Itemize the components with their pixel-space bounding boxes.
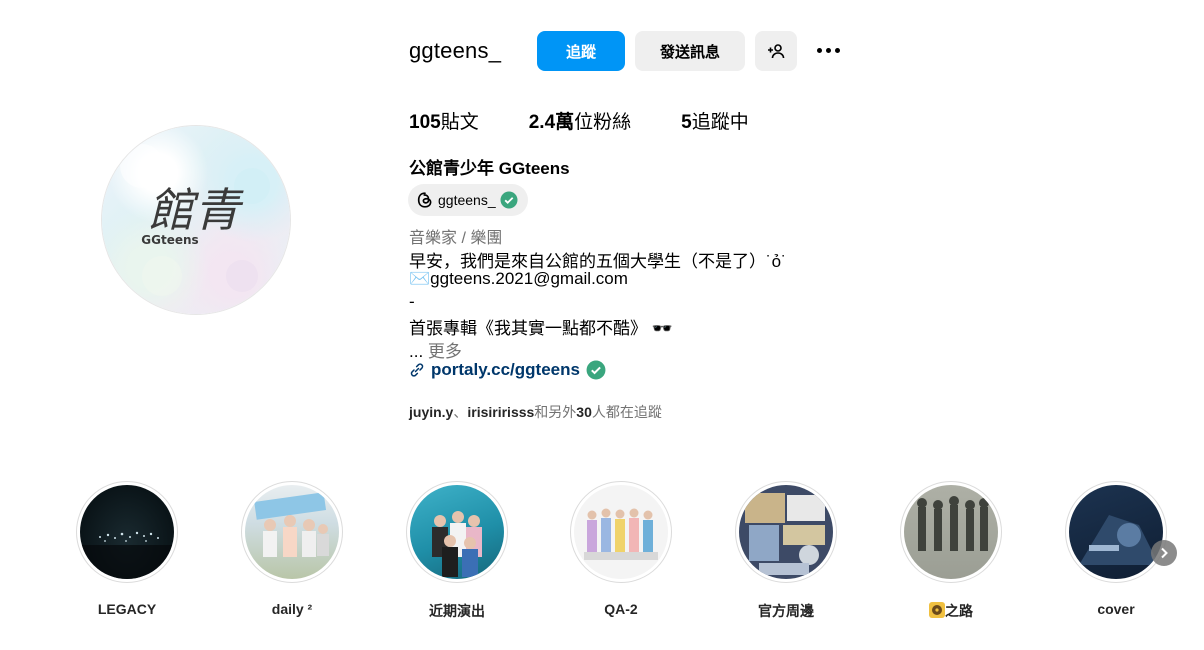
cd-icon xyxy=(929,602,945,618)
avatar-logo: 館青 GGteens xyxy=(120,144,270,296)
cover-image xyxy=(1079,515,1159,565)
send-message-button[interactable]: 發送訊息 xyxy=(635,31,745,71)
highlight-cover xyxy=(570,481,672,583)
suggested-users-button[interactable] xyxy=(755,31,797,71)
followed-by-text[interactable]: juyin.y、irisiririsss和另外30人都在追蹤 xyxy=(409,402,662,422)
threads-handle: ggteens_ xyxy=(438,192,496,208)
following-stat[interactable]: 5追蹤中 xyxy=(681,107,749,134)
full-name: 公館青少年 GGteens xyxy=(409,159,570,178)
concert-image xyxy=(80,531,174,579)
bio-line: ✉️ggteens.2021@gmail.com xyxy=(409,269,628,288)
highlight-cover xyxy=(735,481,837,583)
merch-image xyxy=(745,493,825,575)
profile-link[interactable]: portaly.cc/ggteens xyxy=(409,360,606,380)
add-person-icon xyxy=(768,44,785,59)
highlight-label: QA-2 xyxy=(604,601,638,617)
bio-more-link[interactable]: 更多 xyxy=(428,342,462,361)
highlight-cover xyxy=(406,481,508,583)
highlight-label: LEGACY xyxy=(97,601,157,617)
highlight-label: 之路 xyxy=(945,603,973,619)
link-icon xyxy=(410,363,424,377)
highlight-label: 近期演出 xyxy=(429,603,485,619)
verified-icon xyxy=(500,191,518,209)
highlight-daily[interactable]: daily ² xyxy=(237,481,347,617)
follow-button[interactable]: 追蹤 xyxy=(537,31,625,71)
follower-username[interactable]: irisiririsss xyxy=(467,404,534,420)
highlight-label: daily ² xyxy=(271,601,313,617)
shadows-image xyxy=(917,496,989,551)
highlight-label: cover xyxy=(1097,601,1135,617)
highlight-cover xyxy=(241,481,343,583)
highlight-label-row: 之路 xyxy=(896,601,1006,621)
bio-more-row: ... 更多 xyxy=(409,337,462,362)
highlight-label: 官方周邊 xyxy=(758,603,814,619)
posts-stat: 105貼文 xyxy=(409,112,479,133)
profile-category: 音樂家 / 樂團 xyxy=(409,230,503,247)
svg-text:館青: 館青 xyxy=(148,183,244,237)
highlight-qa-2[interactable]: QA-2 xyxy=(566,481,676,617)
profile-stats: 105貼文 2.4萬位粉絲 5追蹤中 xyxy=(409,107,799,134)
group-photo-image xyxy=(254,492,329,557)
dot-icon xyxy=(816,47,822,53)
chevron-right-icon xyxy=(1161,547,1168,559)
dot-icon xyxy=(825,47,831,53)
threads-badge[interactable]: ggteens_ xyxy=(408,184,528,216)
band-photo-image xyxy=(432,511,482,577)
highlights-next-button[interactable] xyxy=(1151,540,1177,566)
threads-icon xyxy=(417,192,432,208)
profile-avatar[interactable]: 館青 GGteens xyxy=(102,126,290,314)
profile-link-url[interactable]: portaly.cc/ggteens xyxy=(431,360,580,380)
followers-stat[interactable]: 2.4萬位粉絲 xyxy=(529,107,631,134)
bio-line: - xyxy=(409,292,415,311)
more-options-button[interactable] xyxy=(811,38,845,62)
highlight-merch[interactable]: 官方周邊 xyxy=(731,481,841,621)
members-image xyxy=(584,508,658,560)
bio-line: 首張專輯《我其實一點都不酷》 🕶️ xyxy=(409,319,673,338)
dot-icon xyxy=(834,47,840,53)
highlight-recent-shows[interactable]: 近期演出 xyxy=(402,481,512,621)
svg-text:GGteens: GGteens xyxy=(141,233,198,247)
follower-username[interactable]: juyin.y xyxy=(409,404,453,420)
highlight-journey[interactable]: 之路 xyxy=(896,481,1006,621)
bio-ellipsis: ... xyxy=(409,342,424,361)
username: ggteens_ xyxy=(409,38,502,63)
highlight-cover xyxy=(900,481,1002,583)
verified-icon xyxy=(586,360,606,380)
highlight-cover xyxy=(1065,481,1167,583)
highlight-legacy[interactable]: LEGACY xyxy=(72,481,182,617)
highlight-cover xyxy=(76,481,178,583)
